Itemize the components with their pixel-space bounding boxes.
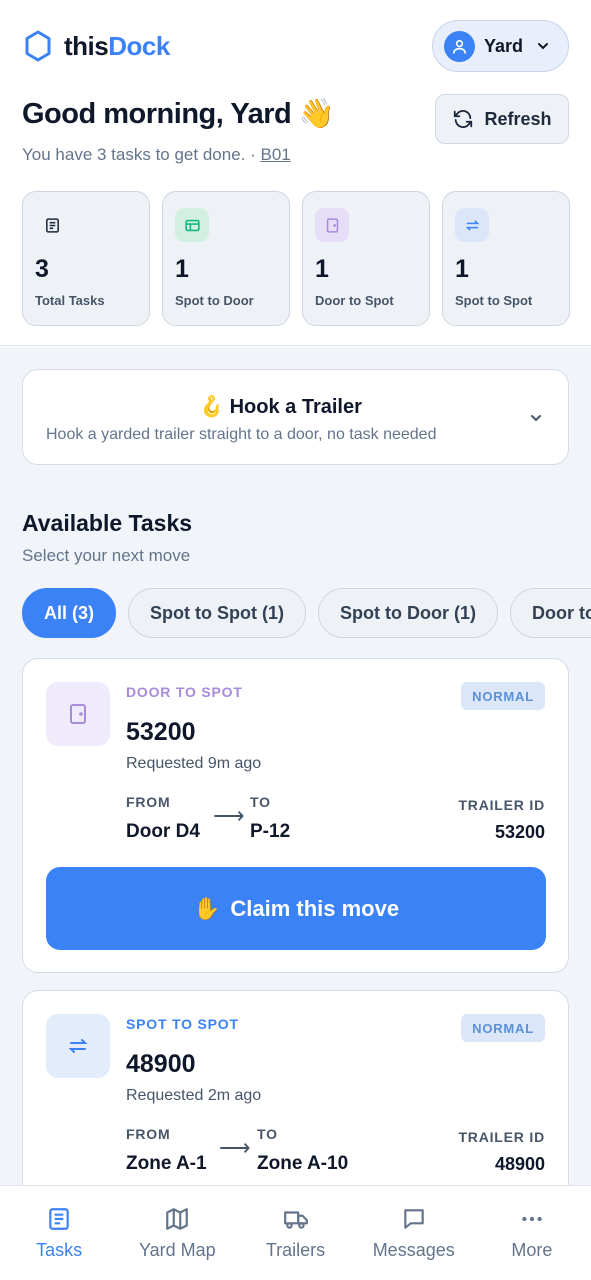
filter-spot-to-door[interactable]: Spot to Door (1) <box>318 588 498 638</box>
nav-trailers[interactable]: Trailers <box>236 1186 354 1280</box>
arrow-right-icon: ⟶ <box>219 1135 251 1160</box>
trailer-id-value: 53200 <box>494 822 545 842</box>
filter-all[interactable]: All (3) <box>22 588 117 638</box>
chevron-down-icon <box>538 43 549 50</box>
nav-tasks[interactable]: Tasks <box>0 1186 118 1280</box>
section-subtitle: Select your next move <box>22 546 191 565</box>
section-title: Available Tasks <box>22 510 193 536</box>
stat-spot-to-door[interactable]: 1 Spot to Door <box>162 191 290 326</box>
map-icon <box>166 1208 189 1230</box>
to-value: P-12 <box>250 821 291 842</box>
task-number: 48900 <box>126 1050 196 1078</box>
from-label: FROM <box>126 1126 171 1142</box>
trailer-id-label: TRAILER ID <box>458 1129 545 1145</box>
wave-emoji: 👋 <box>298 98 335 130</box>
logo[interactable]: thisDock <box>24 30 170 62</box>
header: thisDock Yard Good morning, Yard 👋 You h… <box>0 0 591 346</box>
nav-more[interactable]: More <box>473 1186 591 1280</box>
swap-icon <box>46 1014 110 1078</box>
task-number: 53200 <box>126 718 196 746</box>
main-content[interactable]: 🪝 Hook a Trailer Hook a yarded trailer s… <box>0 347 591 1185</box>
list-icon <box>35 208 69 242</box>
hook-icon: 🪝 <box>199 396 225 418</box>
bottom-nav: Tasks Yard Map Trailers Messages More <box>0 1185 591 1280</box>
user-icon <box>444 30 475 62</box>
from-value: Door D4 <box>126 821 200 842</box>
priority-badge: NORMAL <box>461 1014 545 1042</box>
swap-icon <box>455 208 489 242</box>
tasks-icon <box>49 1208 69 1230</box>
filter-door-to-spot[interactable]: Door to Spot (1) <box>509 588 591 638</box>
filter-spot-to-spot[interactable]: Spot to Spot (1) <box>128 588 306 638</box>
task-requested-time: Requested 2m ago <box>126 1087 262 1104</box>
task-card[interactable]: DOOR TO SPOT NORMAL 53200 Requested 9m a… <box>22 658 569 973</box>
message-icon <box>403 1209 424 1229</box>
hook-title: 🪝 Hook a Trailer <box>199 396 362 418</box>
trailer-id-value: 48900 <box>494 1154 545 1174</box>
from-label: FROM <box>126 794 171 810</box>
to-label: TO <box>257 1126 278 1142</box>
task-requested-time: Requested 9m ago <box>126 755 262 772</box>
refresh-icon <box>454 110 473 128</box>
nav-messages[interactable]: Messages <box>355 1186 473 1280</box>
to-value: Zone A-10 <box>257 1153 349 1174</box>
hexagon-logo-icon <box>25 30 51 62</box>
task-summary: You have 3 tasks to get done. · B01 <box>22 145 291 164</box>
brand-name: thisDock <box>64 30 170 61</box>
stat-spot-to-spot[interactable]: 1 Spot to Spot <box>442 191 570 326</box>
stats-row: 3 Total Tasks 1 Spot to Door 1 Door to S… <box>22 191 570 326</box>
door-icon <box>46 682 110 746</box>
to-label: TO <box>250 794 271 810</box>
hook-trailer-panel[interactable]: 🪝 Hook a Trailer Hook a yarded trailer s… <box>22 369 569 465</box>
more-icon <box>522 1216 542 1222</box>
door-icon <box>315 208 349 242</box>
from-value: Zone A-1 <box>126 1153 207 1174</box>
refresh-button[interactable]: Refresh <box>435 94 569 144</box>
truck-icon <box>283 1211 308 1229</box>
task-card[interactable]: SPOT TO SPOT NORMAL 48900 Requested 2m a… <box>22 990 569 1185</box>
hook-subtitle: Hook a yarded trailer straight to a door… <box>46 426 437 443</box>
table-icon <box>175 208 209 242</box>
stat-total-tasks[interactable]: 3 Total Tasks <box>22 191 150 326</box>
page-title: Good morning, Yard 👋 <box>22 98 335 130</box>
priority-badge: NORMAL <box>461 682 545 710</box>
nav-yard-map[interactable]: Yard Map <box>118 1186 236 1280</box>
claim-move-button[interactable]: ✋ Claim this move <box>46 867 546 950</box>
user-menu-button[interactable]: Yard <box>432 20 569 72</box>
arrow-right-icon: ⟶ <box>213 803 245 828</box>
chevron-down-icon <box>531 415 541 422</box>
filter-tabs: All (3) Spot to Spot (1) Spot to Door (1… <box>22 588 591 638</box>
user-name: Yard <box>484 35 524 56</box>
trailer-id-label: TRAILER ID <box>458 797 545 813</box>
bay-link[interactable]: B01 <box>260 145 290 164</box>
stat-door-to-spot[interactable]: 1 Door to Spot <box>302 191 430 326</box>
task-type: SPOT TO SPOT <box>126 1016 239 1032</box>
task-type: DOOR TO SPOT <box>126 684 243 700</box>
hand-icon: ✋ <box>192 895 221 921</box>
